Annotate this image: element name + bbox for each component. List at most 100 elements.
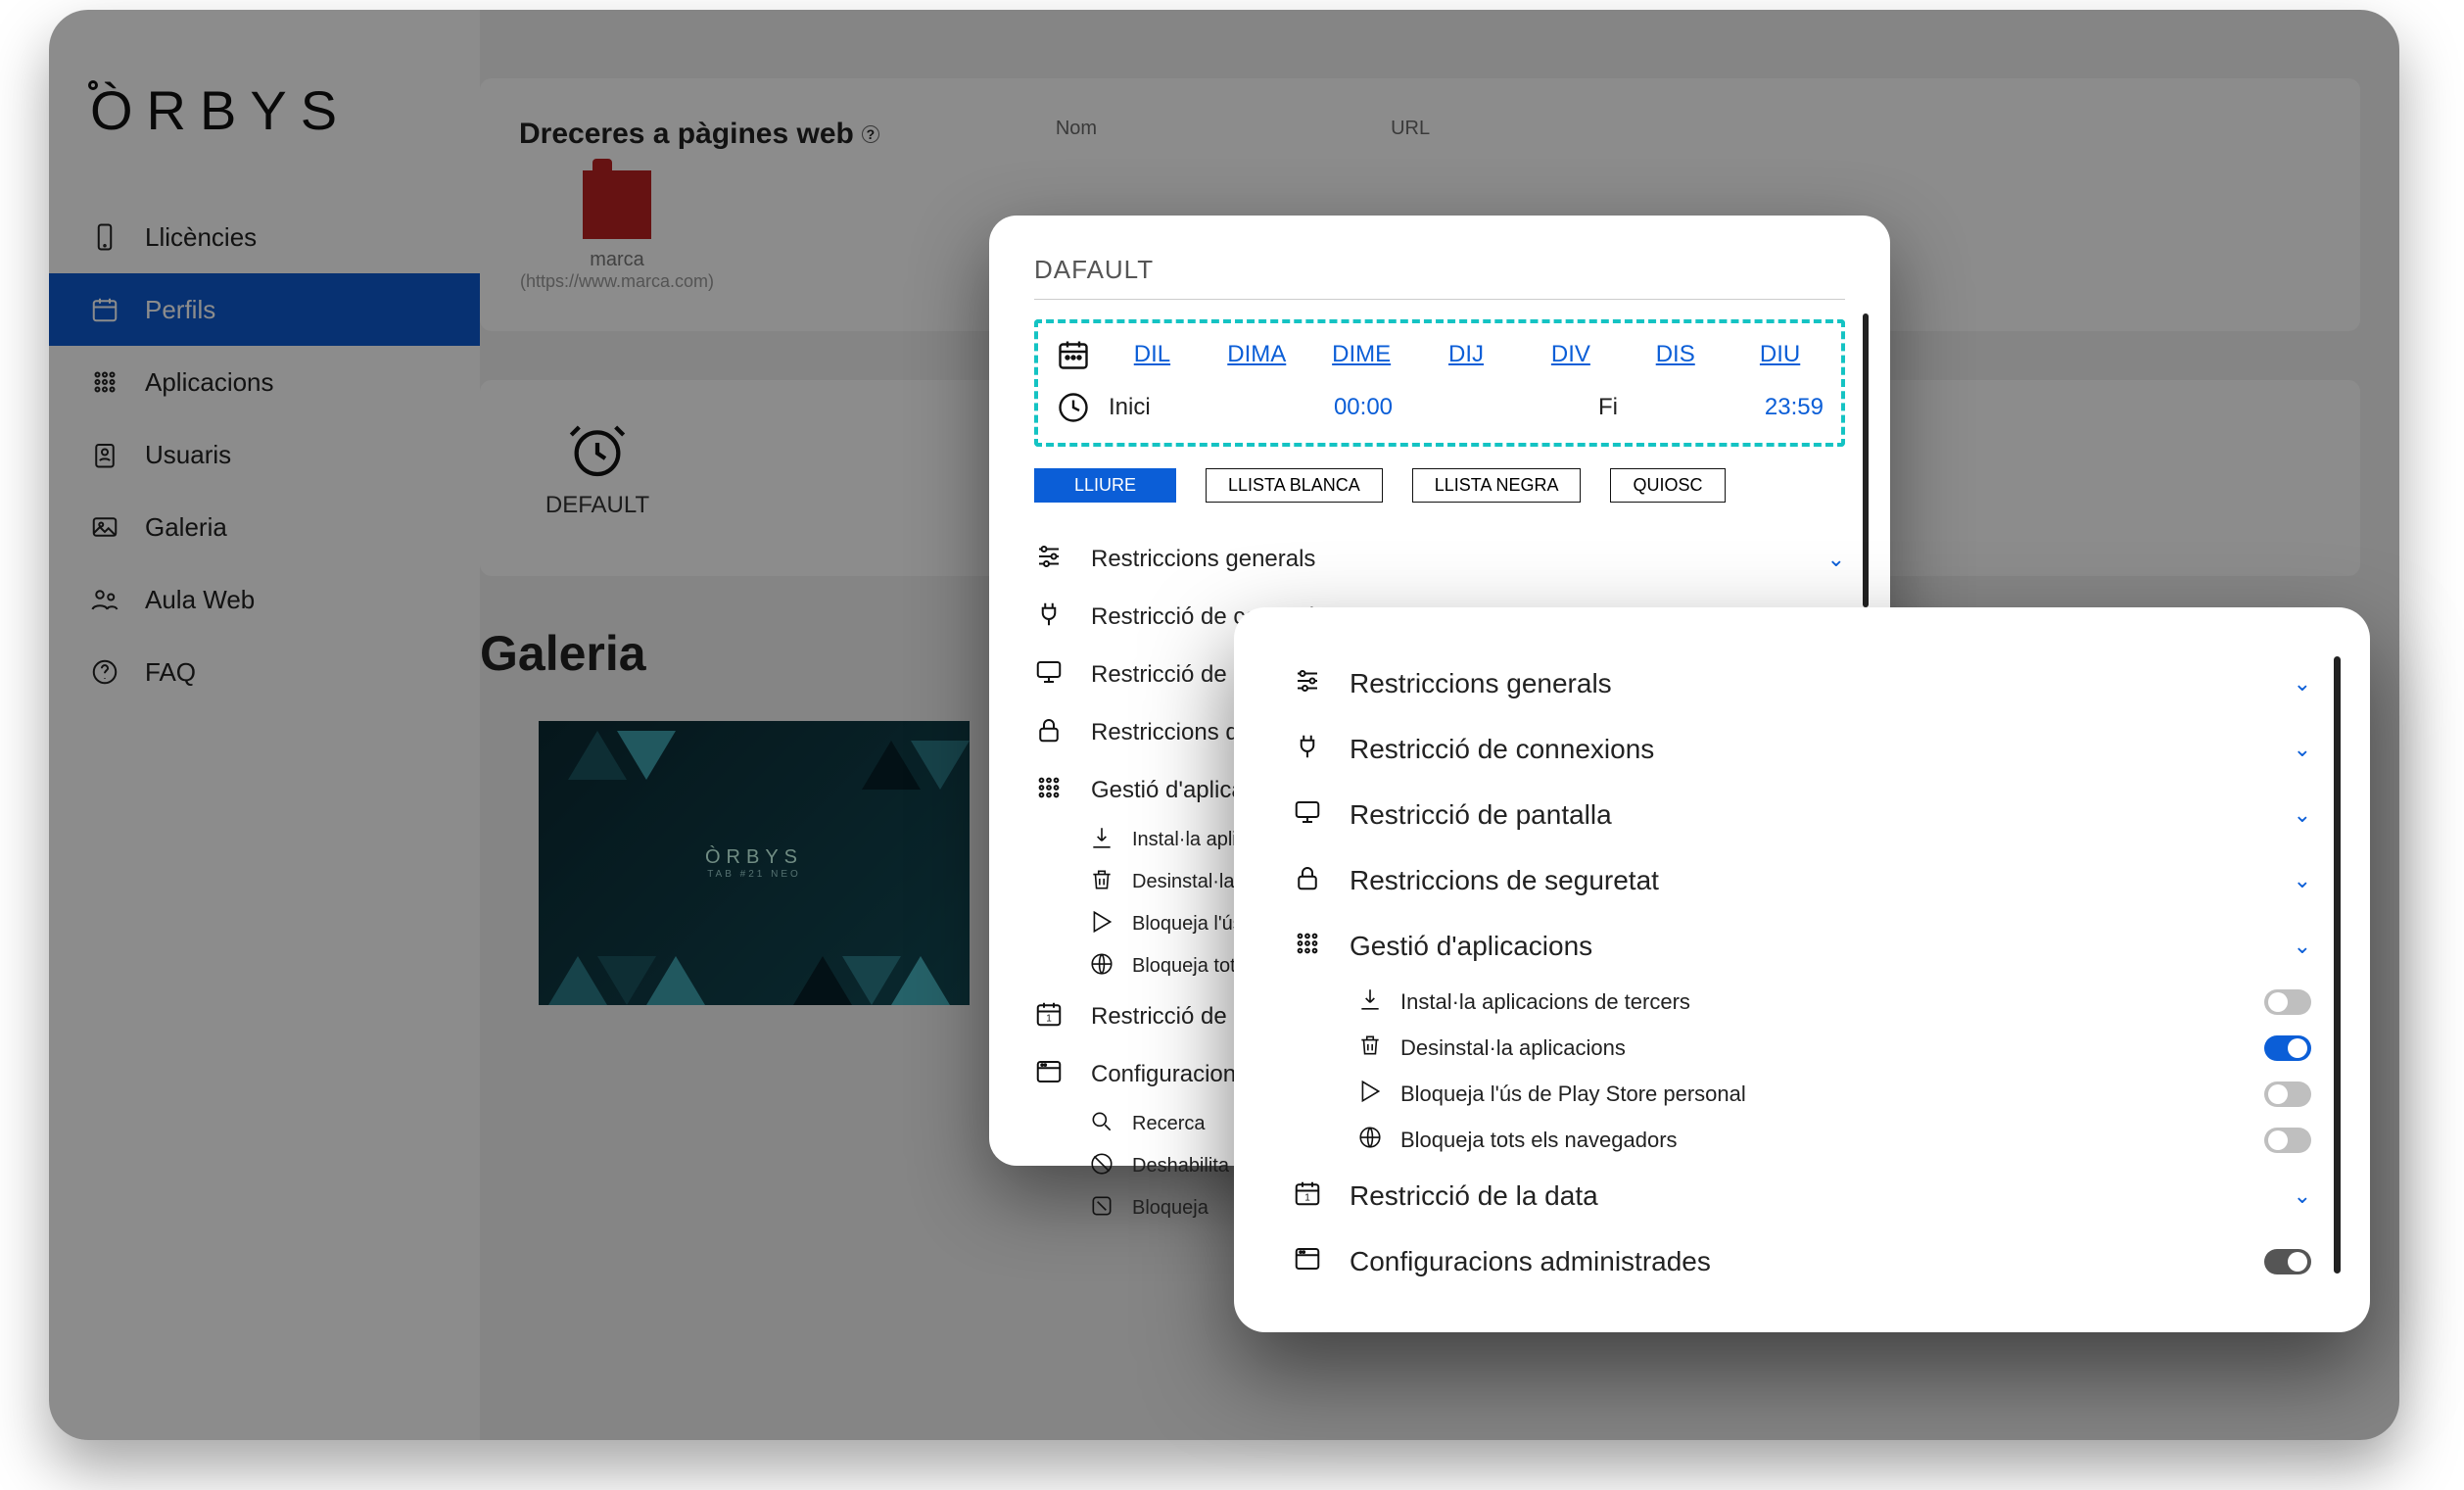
day-sun[interactable]: DIU (1736, 341, 1824, 368)
acc2-general[interactable]: Restriccions generals⌄ (1293, 650, 2311, 716)
start-label: Inici (1109, 394, 1187, 421)
sidebar-item-label: Usuaris (145, 440, 231, 470)
calendar-one-icon: 1 (1293, 1178, 1324, 1213)
plug-icon (1034, 600, 1066, 634)
sidebar-item-label: Llicències (145, 222, 257, 253)
shortcuts-title: Dreceres a pàgines web? (519, 118, 879, 151)
brand-text: ÒRBYS (90, 79, 351, 141)
acc2-date[interactable]: 1Restricció de la data⌄ (1293, 1163, 2311, 1228)
default-profile-tile[interactable]: DEFAULT (519, 419, 676, 519)
sidebar-item-label: Aula Web (145, 585, 255, 615)
sidebar-item-label: Galeria (145, 512, 227, 543)
toggle-browsers[interactable] (2264, 1128, 2311, 1153)
sub2-playstore: Bloqueja l'ús de Play Store personal (1293, 1071, 2311, 1117)
image-icon (88, 510, 121, 544)
acc2-managed[interactable]: Configuracions administrades (1293, 1228, 2311, 1294)
alarm-icon (566, 419, 629, 482)
block-icon (1089, 1193, 1114, 1224)
modal-title: DAFAULT (1034, 255, 1845, 300)
globe-icon (1357, 1125, 1383, 1155)
mode-kiosk-button[interactable]: QUIOSC (1610, 468, 1725, 503)
sub2-browsers: Bloqueja tots els navegadors (1293, 1117, 2311, 1163)
end-time-input[interactable]: 23:59 (1765, 394, 1824, 421)
sliders-icon (1293, 666, 1324, 700)
field-name-label: Nom (1056, 118, 1097, 140)
sidebar-item-label: Aplicacions (145, 367, 274, 398)
trash-icon (1089, 867, 1114, 897)
monitor-icon (1293, 797, 1324, 832)
chevron-down-icon: ⌄ (2294, 868, 2311, 893)
sidebar-item-users[interactable]: Usuaris (49, 418, 480, 491)
acc2-screen[interactable]: Restricció de pantalla⌄ (1293, 782, 2311, 847)
mode-blacklist-button[interactable]: LLISTA NEGRA (1412, 468, 1582, 503)
modal2-scrollbar[interactable] (2334, 656, 2341, 1274)
shortcut-m-icon (583, 170, 651, 239)
lock-icon (1293, 863, 1324, 897)
acc-general[interactable]: Restriccions generals⌄ (1034, 530, 1845, 588)
sidebar-item-label: Perfils (145, 295, 215, 325)
sub2-uninstall: Desinstal·la aplicacions (1293, 1025, 2311, 1071)
gallery-thumbnail[interactable]: ÒRBYSTAB #21 NEO (539, 721, 970, 1005)
mode-row: LLIURE LLISTA BLANCA LLISTA NEGRA QUIOSC (1034, 468, 1845, 503)
mode-free-button[interactable]: LLIURE (1034, 468, 1176, 503)
chevron-down-icon: ⌄ (1827, 547, 1845, 572)
calendar-one-icon: 1 (1034, 999, 1066, 1033)
acc2-apps[interactable]: Gestió d'aplicacions⌄ (1293, 913, 2311, 979)
ban-icon (1089, 1151, 1114, 1181)
chevron-down-icon: ⌄ (2294, 802, 2311, 828)
sidebar-item-apps[interactable]: Aplicacions (49, 346, 480, 418)
apps-grid-icon (1293, 929, 1324, 963)
shortcut-url: (https://www.marca.com) (519, 271, 715, 292)
sliders-icon (1034, 542, 1066, 576)
browser-icon (1293, 1244, 1324, 1278)
sidebar-item-aulaweb[interactable]: Aula Web (49, 563, 480, 636)
svg-text:1: 1 (1046, 1014, 1052, 1025)
trash-icon (1357, 1033, 1383, 1063)
play-icon (1357, 1079, 1383, 1109)
toggle-install[interactable] (2264, 989, 2311, 1015)
toggle-managed[interactable] (2264, 1249, 2311, 1274)
chevron-down-icon: ⌄ (2294, 934, 2311, 959)
acc2-security[interactable]: Restriccions de seguretat⌄ (1293, 847, 2311, 913)
day-fri[interactable]: DIV (1527, 341, 1614, 368)
sidebar-item-gallery[interactable]: Galeria (49, 491, 480, 563)
download-icon (1357, 986, 1383, 1017)
sidebar-item-licenses[interactable]: Llicències (49, 201, 480, 273)
mode-whitelist-button[interactable]: LLISTA BLANCA (1206, 468, 1383, 503)
start-time-input[interactable]: 00:00 (1334, 394, 1393, 421)
day-wed[interactable]: DIME (1318, 341, 1405, 368)
chevron-down-icon: ⌄ (2294, 671, 2311, 697)
plug-icon (1293, 732, 1324, 766)
sidebar-item-faq[interactable]: FAQ (49, 636, 480, 708)
day-tue[interactable]: DIMA (1213, 341, 1301, 368)
gallery-stamp: ÒRBYSTAB #21 NEO (705, 846, 803, 880)
shortcut-name: marca (519, 249, 715, 271)
toggle-uninstall[interactable] (2264, 1035, 2311, 1061)
help-icon (88, 655, 121, 689)
acc2-connections[interactable]: Restricció de connexions⌄ (1293, 716, 2311, 782)
chevron-down-icon: ⌄ (2294, 737, 2311, 762)
sub2-install: Instal·la aplicacions de tercers (1293, 979, 2311, 1025)
play-icon (1089, 909, 1114, 939)
svg-text:1: 1 (1304, 1193, 1310, 1204)
download-icon (1089, 825, 1114, 855)
search-icon (1089, 1109, 1114, 1139)
phone-icon (88, 220, 121, 254)
browser-icon (1034, 1057, 1066, 1091)
toggle-playstore[interactable] (2264, 1081, 2311, 1107)
day-thu[interactable]: DIJ (1423, 341, 1510, 368)
sidebar-item-profiles[interactable]: Perfils (49, 273, 480, 346)
clock-icon (1056, 390, 1091, 425)
day-mon[interactable]: DIL (1109, 341, 1196, 368)
sidebar-item-label: FAQ (145, 657, 196, 688)
schedule-box: DIL DIMA DIME DIJ DIV DIS DIU Inici 00:0… (1034, 319, 1845, 447)
info-icon[interactable]: ? (862, 125, 879, 143)
end-label: Fi (1540, 394, 1618, 421)
restrictions-modal: Restriccions generals⌄ Restricció de con… (1234, 607, 2370, 1332)
people-icon (88, 583, 121, 616)
modal-scrollbar[interactable] (1863, 313, 1869, 607)
shortcut-tile[interactable]: marca (https://www.marca.com) (519, 170, 715, 292)
chevron-down-icon: ⌄ (2294, 1183, 2311, 1209)
day-sat[interactable]: DIS (1632, 341, 1719, 368)
apps-grid-icon (1034, 773, 1066, 807)
